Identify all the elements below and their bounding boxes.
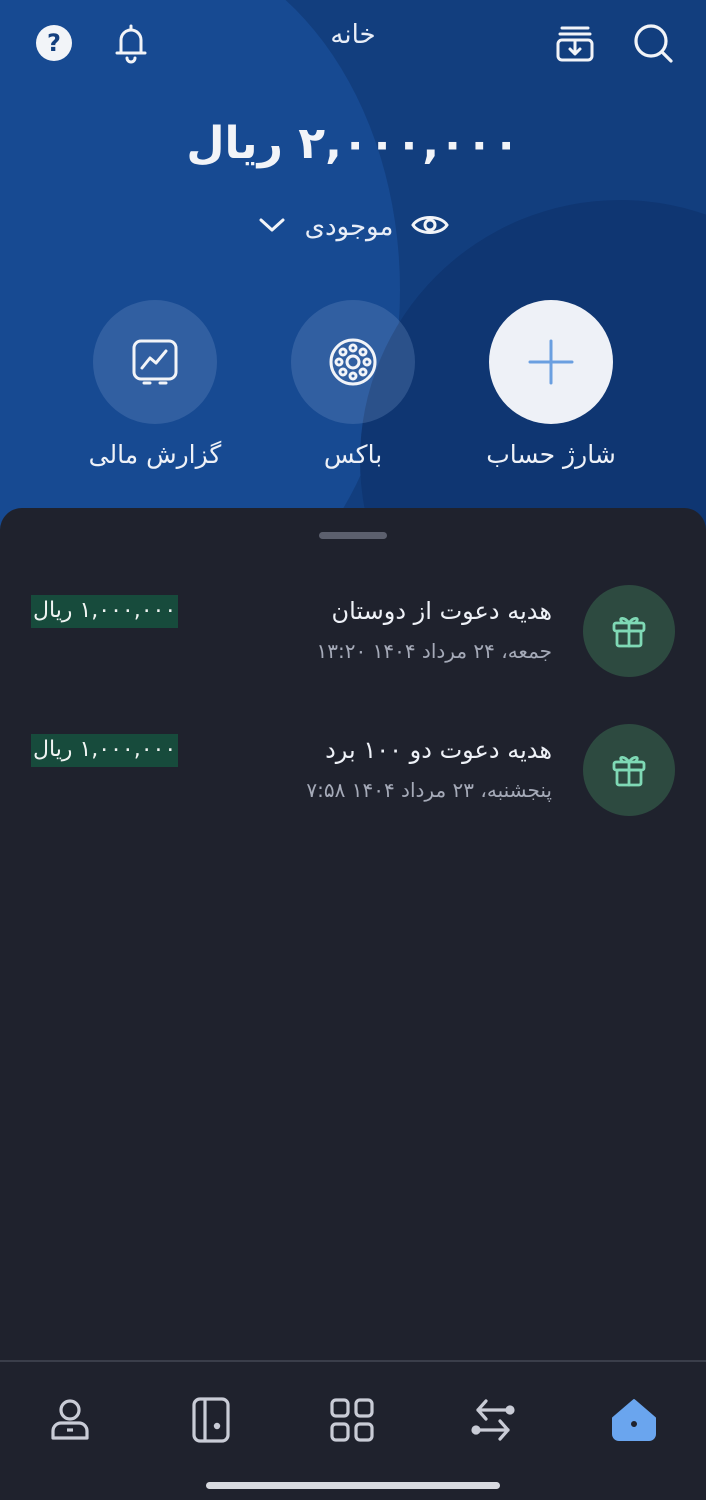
top-bar: ? خانه (0, 0, 706, 90)
charge-circle[interactable] (489, 300, 613, 424)
financial-report-label: گزارش مالی (88, 440, 222, 469)
chevron-down-icon[interactable] (257, 215, 287, 239)
plus-icon (528, 339, 574, 385)
transfer-icon[interactable] (463, 1390, 523, 1450)
eye-icon[interactable] (411, 212, 450, 242)
gift-icon (583, 724, 675, 816)
svg-text:?: ? (47, 29, 61, 57)
sheet-handle[interactable] (319, 532, 387, 539)
hero-panel: ? خانه ۲,۰۰۰,۰۰۰ ریال موجودی شارژ حساب ب… (0, 0, 706, 540)
transaction-item[interactable]: هدیه دعوت از دوستان جمعه، ۲۴ مرداد ۱۴۰۴ … (0, 585, 706, 685)
chart-icon (132, 339, 178, 385)
box-circle[interactable] (291, 300, 415, 424)
transaction-item[interactable]: هدیه دعوت دو ۱۰۰ برد پنجشنبه، ۲۳ مرداد ۱… (0, 724, 706, 824)
transaction-title: هدیه دعوت دو ۱۰۰ برد (325, 736, 552, 764)
transactions-sheet: هدیه دعوت از دوستان جمعه، ۲۴ مرداد ۱۴۰۴ … (0, 508, 706, 1360)
charge-account-label: شارژ حساب (486, 440, 616, 469)
balance-toggle[interactable]: موجودی (0, 200, 706, 254)
home-indicator[interactable] (206, 1482, 500, 1489)
box-button[interactable]: باکس (291, 300, 415, 469)
search-icon[interactable] (628, 18, 678, 68)
apps-icon[interactable] (322, 1390, 382, 1450)
help-icon[interactable]: ? (29, 18, 79, 68)
bottom-navigation (0, 1360, 706, 1500)
profile-icon[interactable] (40, 1390, 100, 1450)
card-icon[interactable] (181, 1390, 241, 1450)
balance-amount: ۲,۰۰۰,۰۰۰ ریال (186, 118, 520, 169)
balance-label: موجودی (304, 212, 394, 242)
transaction-title: هدیه دعوت از دوستان (331, 597, 552, 625)
transaction-date: پنجشنبه، ۲۳ مرداد ۱۴۰۴ ۷:۵۸ (306, 778, 552, 802)
report-circle[interactable] (93, 300, 217, 424)
page-title: خانه (330, 20, 376, 50)
charge-account-button[interactable]: شارژ حساب (486, 300, 616, 469)
financial-report-button[interactable]: گزارش مالی (89, 300, 221, 469)
bell-icon[interactable] (106, 18, 156, 68)
download-receipt-icon[interactable] (550, 18, 600, 68)
transaction-date: جمعه، ۲۴ مرداد ۱۴۰۴ ۱۳:۲۰ (316, 639, 552, 663)
box-icon (329, 338, 377, 386)
gift-icon (583, 585, 675, 677)
transaction-amount: ۱,۰۰۰,۰۰۰ ریال (31, 734, 179, 767)
home-icon[interactable] (604, 1390, 664, 1450)
box-label: باکس (323, 440, 383, 469)
transaction-amount: ۱,۰۰۰,۰۰۰ ریال (31, 595, 179, 628)
